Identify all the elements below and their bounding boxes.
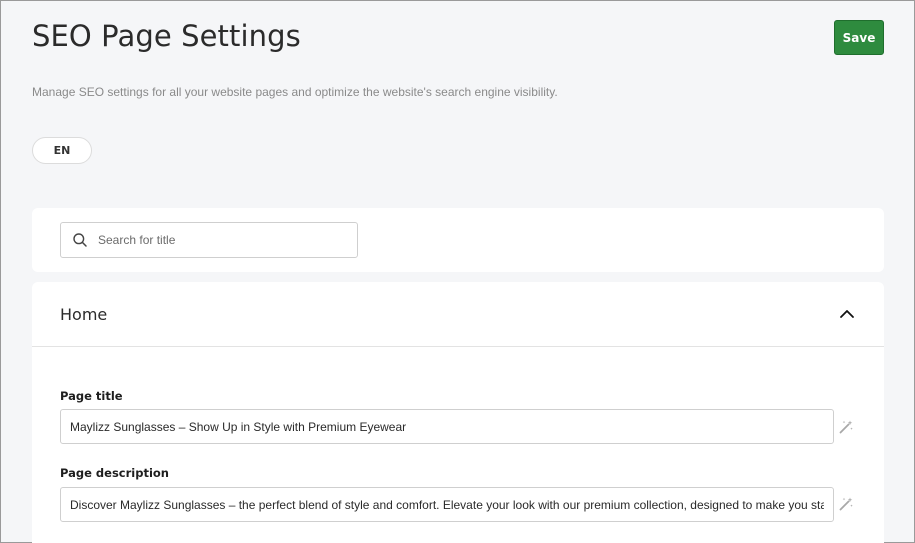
- page-description-input[interactable]: [60, 487, 834, 522]
- search-input[interactable]: [98, 233, 338, 247]
- page-description-label: Page description: [60, 466, 169, 480]
- search-card: [32, 208, 884, 272]
- search-box[interactable]: [60, 222, 358, 258]
- language-selector[interactable]: EN: [32, 137, 92, 164]
- search-icon: [72, 232, 88, 248]
- page-subtitle: Manage SEO settings for all your website…: [32, 85, 558, 99]
- save-button[interactable]: Save: [834, 20, 884, 55]
- magic-wand-icon[interactable]: [838, 496, 854, 512]
- chevron-up-icon[interactable]: [838, 305, 856, 323]
- section-header[interactable]: Home: [32, 282, 884, 347]
- section-card-home: Home Page title Page description: [32, 282, 884, 543]
- section-title: Home: [60, 304, 108, 324]
- page-title-label: Page title: [60, 389, 123, 403]
- page-title-input[interactable]: [60, 409, 834, 444]
- page-title: SEO Page Settings: [32, 19, 301, 53]
- magic-wand-icon[interactable]: [838, 419, 854, 435]
